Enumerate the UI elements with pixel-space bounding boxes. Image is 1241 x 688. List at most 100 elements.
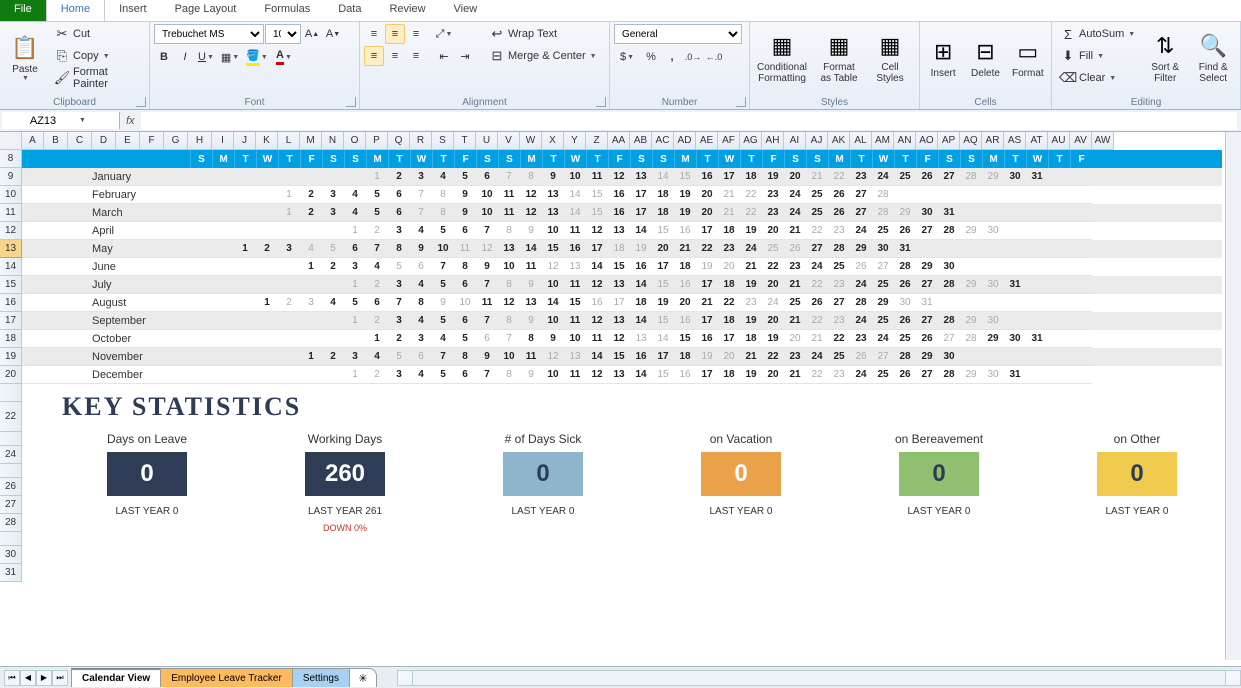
calendar-day-cell[interactable]: 14 [652,330,674,348]
row-header[interactable]: 24 [0,446,22,464]
calendar-day-cell[interactable]: 23 [740,294,762,312]
calendar-day-cell[interactable]: 14 [586,258,608,276]
calendar-day-cell[interactable]: 11 [564,312,586,330]
calendar-day-cell[interactable]: 13 [608,276,630,294]
calendar-day-cell[interactable]: 11 [520,348,542,366]
calendar-day-cell[interactable] [190,222,212,240]
calendar-day-cell[interactable] [300,168,322,186]
calendar-day-cell[interactable]: 3 [322,186,344,204]
calendar-day-cell[interactable]: 22 [762,348,784,366]
calendar-day-cell[interactable]: 16 [674,312,696,330]
calendar-day-cell[interactable]: 20 [762,366,784,384]
calendar-day-cell[interactable]: 29 [894,204,916,222]
calendar-day-cell[interactable]: 15 [542,240,564,258]
calendar-day-cell[interactable] [982,258,1004,276]
calendar-day-cell[interactable]: 7 [476,312,498,330]
calendar-day-cell[interactable]: 26 [828,186,850,204]
column-header[interactable]: D [92,132,116,150]
copy-button[interactable]: ⎘Copy▼ [50,46,145,66]
align-bottom-button[interactable]: ≡ [406,24,426,44]
calendar-day-cell[interactable]: 30 [894,294,916,312]
calendar-day-cell[interactable]: 27 [916,312,938,330]
calendar-day-cell[interactable]: 10 [498,258,520,276]
calendar-day-cell[interactable] [1048,222,1070,240]
calendar-day-cell[interactable] [300,366,322,384]
calendar-day-cell[interactable]: 20 [696,204,718,222]
calendar-day-cell[interactable]: 14 [630,222,652,240]
calendar-day-cell[interactable] [322,276,344,294]
calendar-day-cell[interactable] [190,168,212,186]
column-header[interactable]: L [278,132,300,150]
calendar-day-cell[interactable]: 13 [608,366,630,384]
calendar-day-cell[interactable]: 25 [872,312,894,330]
column-header[interactable]: AQ [960,132,982,150]
calendar-day-cell[interactable]: 14 [564,186,586,204]
calendar-day-cell[interactable]: 30 [872,240,894,258]
calendar-day-cell[interactable]: 27 [850,186,872,204]
calendar-day-cell[interactable]: 18 [718,276,740,294]
calendar-day-cell[interactable] [938,186,960,204]
calendar-day-cell[interactable]: 13 [608,222,630,240]
calendar-day-cell[interactable]: 26 [894,222,916,240]
calendar-day-cell[interactable]: 30 [916,204,938,222]
calendar-day-cell[interactable]: 18 [652,204,674,222]
wrap-text-button[interactable]: ↩Wrap Text [485,24,601,44]
calendar-day-cell[interactable]: 2 [322,258,344,276]
cut-button[interactable]: ✂Cut [50,24,145,44]
calendar-day-cell[interactable]: 19 [740,276,762,294]
calendar-day-cell[interactable]: 22 [718,294,740,312]
conditional-formatting-button[interactable]: ▦Conditional Formatting [754,24,810,90]
calendar-day-cell[interactable]: 11 [564,366,586,384]
calendar-day-cell[interactable]: 28 [894,258,916,276]
calendar-day-cell[interactable] [190,240,212,258]
italic-button[interactable]: I [175,47,195,67]
calendar-day-cell[interactable] [234,276,256,294]
calendar-day-cell[interactable]: 26 [894,276,916,294]
row-header[interactable]: 13 [0,240,22,258]
column-header[interactable]: M [300,132,322,150]
column-header[interactable]: AE [696,132,718,150]
calendar-day-cell[interactable]: 13 [630,330,652,348]
column-header[interactable]: Q [388,132,410,150]
calendar-day-cell[interactable] [234,366,256,384]
row-header[interactable] [0,432,22,446]
calendar-day-cell[interactable]: 27 [850,204,872,222]
calendar-day-cell[interactable] [322,330,344,348]
calendar-day-cell[interactable]: 11 [564,276,586,294]
column-header[interactable]: J [234,132,256,150]
calendar-day-cell[interactable]: 7 [476,366,498,384]
calendar-day-cell[interactable] [212,330,234,348]
calendar-day-cell[interactable] [1070,222,1092,240]
calendar-day-cell[interactable]: 24 [850,222,872,240]
row-header[interactable]: 12 [0,222,22,240]
calendar-day-cell[interactable]: 24 [850,366,872,384]
calendar-day-cell[interactable]: 19 [740,312,762,330]
calendar-day-cell[interactable]: 5 [454,168,476,186]
calendar-day-cell[interactable]: 31 [1026,330,1048,348]
font-name-select[interactable]: Trebuchet MS [154,24,264,44]
calendar-day-cell[interactable]: 1 [234,240,256,258]
fx-icon[interactable]: fx [126,115,135,127]
calendar-day-cell[interactable]: 23 [850,330,872,348]
calendar-day-cell[interactable] [190,258,212,276]
calendar-day-cell[interactable] [1026,258,1048,276]
calendar-day-cell[interactable]: 10 [564,330,586,348]
calendar-day-cell[interactable]: 8 [388,240,410,258]
calendar-day-cell[interactable] [256,222,278,240]
row-header[interactable]: 28 [0,514,22,532]
row-header[interactable]: 14 [0,258,22,276]
calendar-day-cell[interactable]: 7 [498,168,520,186]
calendar-day-cell[interactable] [960,348,982,366]
calendar-day-cell[interactable]: 22 [762,258,784,276]
calendar-day-cell[interactable]: 15 [608,348,630,366]
calendar-day-cell[interactable] [1048,294,1070,312]
calendar-day-cell[interactable] [1026,366,1048,384]
calendar-day-cell[interactable]: 27 [806,240,828,258]
calendar-day-cell[interactable]: 29 [960,222,982,240]
calendar-day-cell[interactable]: 1 [344,222,366,240]
calendar-day-cell[interactable]: 25 [806,204,828,222]
row-header[interactable]: 15 [0,276,22,294]
calendar-day-cell[interactable] [190,348,212,366]
calendar-day-cell[interactable]: 21 [806,330,828,348]
calendar-day-cell[interactable] [1004,294,1026,312]
